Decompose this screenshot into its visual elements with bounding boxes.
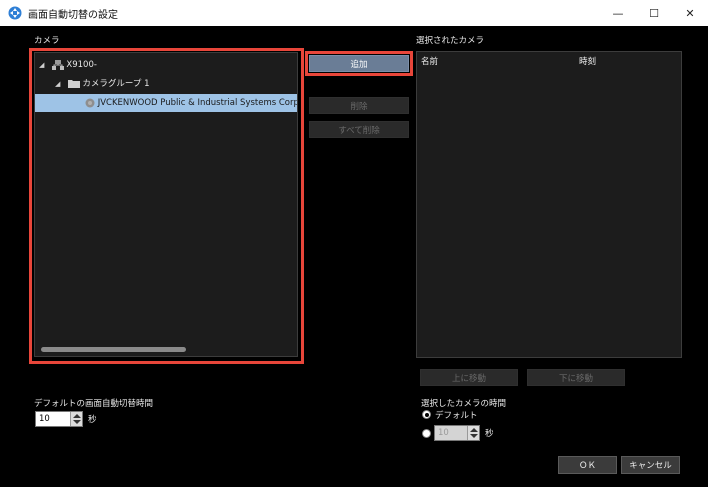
close-button[interactable]: ✕ [672,0,708,26]
minimize-button[interactable]: — [600,0,636,26]
window-title: 画面自動切替の設定 [28,10,118,21]
selected-camera-interval-value[interactable]: 10 [438,428,449,438]
list-header: 名前 時刻 [417,52,681,68]
default-interval-value[interactable]: 10 [39,414,50,424]
highlight-frame-add [305,51,413,76]
camera-section-label: カメラ [34,36,60,46]
move-up-button[interactable]: 上に移動 [420,369,518,386]
selected-camera-interval-stepper[interactable]: 10 [434,425,480,441]
stepper-up-icon[interactable] [73,414,81,418]
default-interval-unit: 秒 [88,415,97,425]
title-bar: 画面自動切替の設定 — ☐ ✕ [0,0,708,26]
default-interval-stepper[interactable]: 10 [35,411,83,427]
highlight-frame-tree [29,48,304,364]
column-header-time[interactable]: 時刻 [579,55,596,67]
selected-camera-interval-label: 選択したカメラの時間 [421,399,507,409]
stepper-arrows[interactable] [70,412,82,426]
radio-default[interactable] [422,410,431,419]
app-icon [8,6,22,20]
stepper-arrows[interactable] [467,426,479,440]
radio-default-label: デフォルト [435,411,478,421]
move-down-button[interactable]: 下に移動 [527,369,625,386]
stepper-down-icon[interactable] [73,420,81,424]
stepper-down-icon[interactable] [470,434,478,438]
maximize-button[interactable]: ☐ [636,0,672,26]
cancel-button[interactable]: キャンセル [621,456,680,474]
selected-cameras-list[interactable]: 名前 時刻 [416,51,682,358]
ok-button[interactable]: ＯＫ [558,456,617,474]
radio-custom[interactable] [422,429,431,438]
delete-button[interactable]: 削除 [309,97,409,114]
selected-cameras-label: 選択されたカメラ [416,36,485,46]
selected-camera-interval-unit: 秒 [485,429,494,439]
default-interval-label: デフォルトの画面自動切替時間 [34,399,154,409]
stepper-up-icon[interactable] [470,428,478,432]
column-header-name[interactable]: 名前 [421,55,438,67]
delete-all-button[interactable]: すべて削除 [309,121,409,138]
